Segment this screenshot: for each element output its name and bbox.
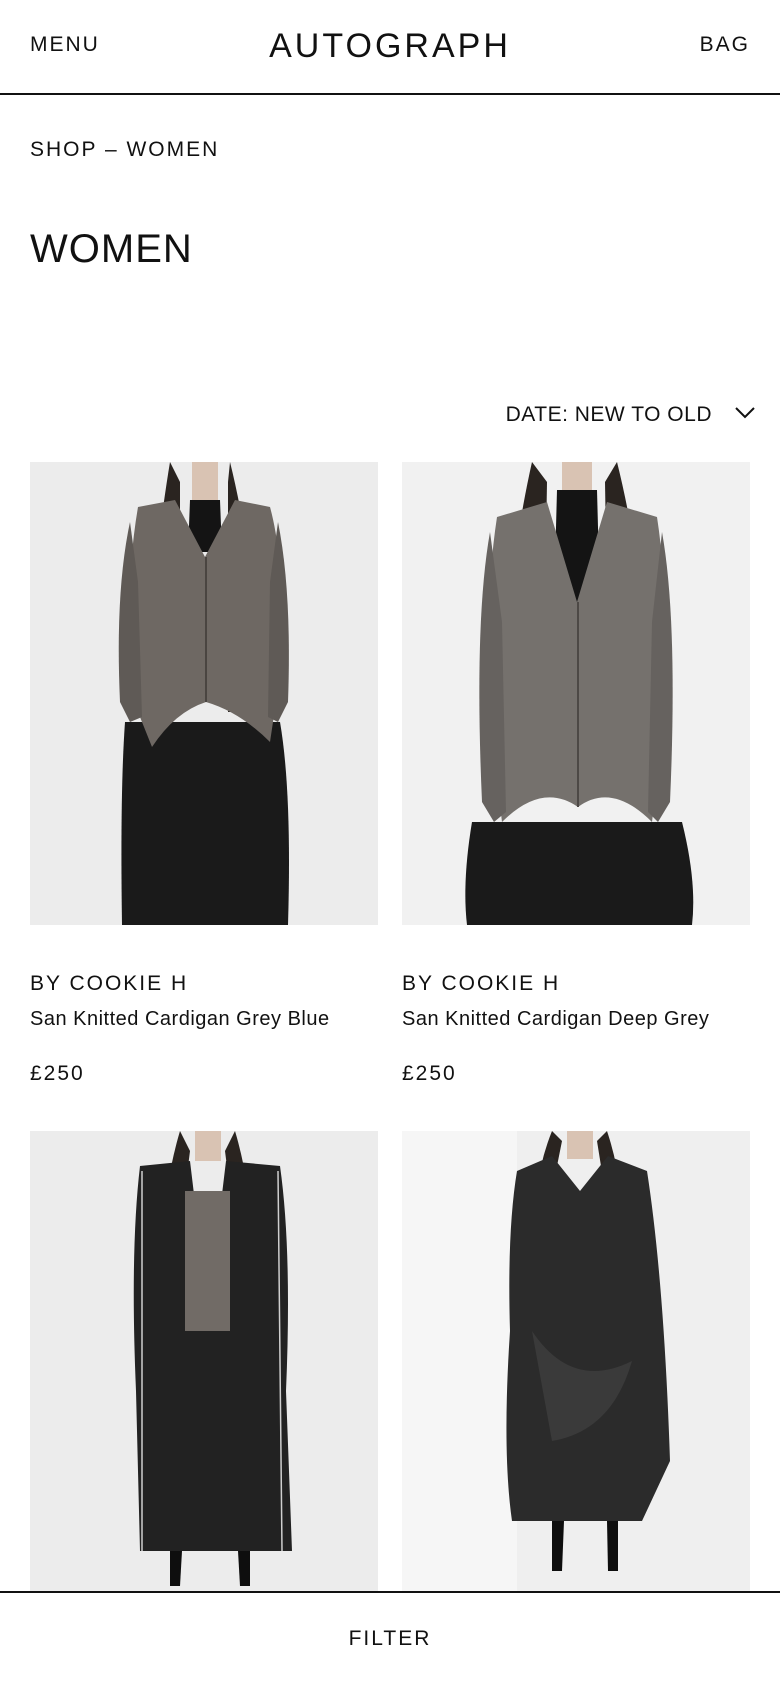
product-image[interactable]	[30, 462, 378, 925]
product-card[interactable]: BY COOKIE H San Knitted Cardigan Grey Bl…	[30, 462, 378, 1085]
product-card[interactable]	[402, 1131, 750, 1594]
sort-label: DATE: NEW TO OLD	[505, 403, 712, 426]
product-card[interactable]	[30, 1131, 378, 1594]
product-image[interactable]	[402, 462, 750, 925]
site-header: MENU AUTOGRAPH BAG	[0, 0, 780, 95]
product-name[interactable]: San Knitted Cardigan Grey Blue	[30, 1008, 330, 1031]
filter-button[interactable]: FILTER	[349, 1627, 432, 1651]
product-price: £250	[402, 1062, 457, 1085]
page-title: WOMEN	[30, 227, 193, 271]
breadcrumb[interactable]: SHOP – WOMEN	[30, 138, 219, 162]
site-logo[interactable]: AUTOGRAPH	[0, 27, 780, 66]
product-name[interactable]: San Knitted Cardigan Deep Grey	[402, 1008, 709, 1031]
product-brand: BY COOKIE H	[402, 972, 561, 995]
filter-bar: FILTER	[0, 1591, 780, 1688]
sort-dropdown[interactable]: DATE: NEW TO OLD	[506, 403, 756, 427]
chevron-down-icon	[734, 406, 756, 425]
product-image[interactable]	[30, 1131, 378, 1594]
product-card[interactable]: BY COOKIE H San Knitted Cardigan Deep Gr…	[402, 462, 750, 1085]
product-price: £250	[30, 1062, 85, 1085]
bag-button[interactable]: BAG	[700, 33, 750, 57]
product-brand: BY COOKIE H	[30, 972, 189, 995]
product-image[interactable]	[402, 1131, 750, 1594]
